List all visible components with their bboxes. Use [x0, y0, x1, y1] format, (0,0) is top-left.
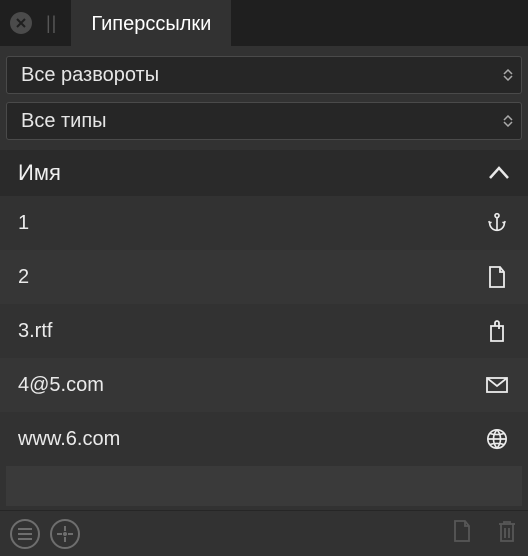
anchor-icon: [484, 212, 510, 234]
list-item-label: www.6.com: [18, 428, 120, 451]
list-item-label: 2: [18, 266, 29, 289]
list-item-label: 3.rtf: [18, 320, 52, 343]
list-item[interactable]: 1: [0, 196, 528, 250]
menu-icon: [17, 528, 33, 540]
list-item-label: 4@5.com: [18, 374, 104, 397]
column-header-name[interactable]: Имя: [0, 150, 528, 196]
list-item[interactable]: 3.rtf: [0, 304, 528, 358]
close-panel-button[interactable]: [10, 12, 32, 34]
list-item[interactable]: 2: [0, 250, 528, 304]
close-icon: [16, 18, 26, 28]
attachment-icon: [484, 319, 510, 343]
tab-label: Гиперссылки: [91, 13, 211, 36]
panel-drag-handle[interactable]: ||: [46, 13, 57, 34]
filter-spreads-select[interactable]: Все развороты: [6, 56, 522, 94]
column-header-label: Имя: [18, 160, 61, 186]
mail-icon: [484, 376, 510, 394]
delete-hyperlink-button[interactable]: [496, 519, 518, 548]
sort-ascending-icon: [488, 160, 510, 186]
new-hyperlink-button[interactable]: [452, 519, 472, 548]
target-button[interactable]: [50, 519, 80, 549]
globe-icon: [484, 428, 510, 450]
list-item[interactable]: www.6.com: [0, 412, 528, 466]
list-item[interactable]: 4@5.com: [0, 358, 528, 412]
new-file-icon: [452, 519, 472, 543]
target-icon: [57, 526, 73, 542]
file-icon: [484, 265, 510, 289]
tab-hyperlinks[interactable]: Гиперссылки: [71, 0, 231, 46]
trash-icon: [496, 519, 518, 543]
filter-types-value: Все типы: [21, 110, 107, 133]
stepper-arrows-icon: [503, 69, 513, 81]
panel-footer: [0, 510, 528, 556]
filter-types-select[interactable]: Все типы: [6, 102, 522, 140]
list-empty-area: [6, 466, 522, 506]
hyperlinks-list: 1 2 3.rtf 4@5.: [0, 196, 528, 510]
filters-area: Все развороты Все типы: [0, 46, 528, 150]
filter-spreads-value: Все развороты: [21, 64, 159, 87]
panel-menu-button[interactable]: [10, 519, 40, 549]
panel-tabbar: || Гиперссылки: [0, 0, 528, 46]
stepper-arrows-icon: [503, 115, 513, 127]
list-item-label: 1: [18, 212, 29, 235]
